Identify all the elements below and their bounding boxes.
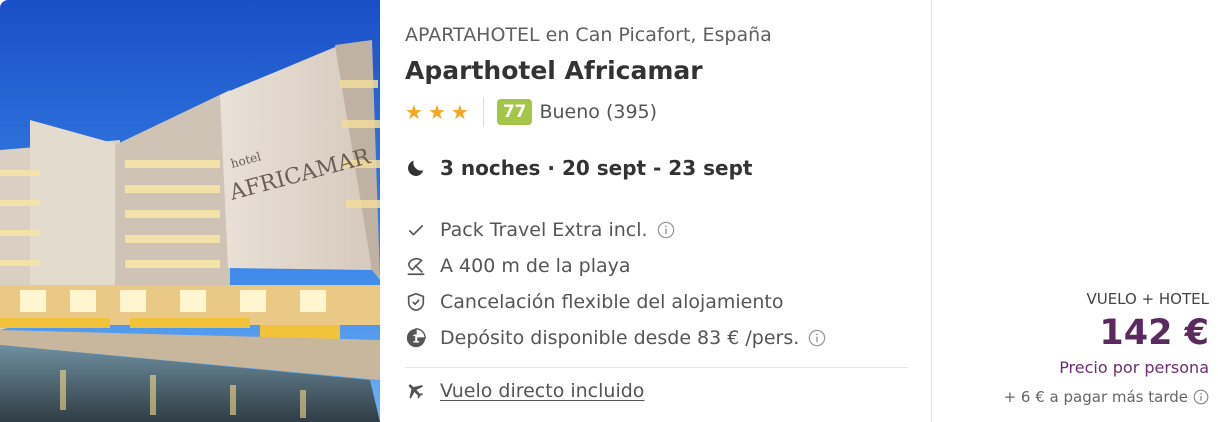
direct-flight-link[interactable]: Vuelo directo incluido (440, 380, 644, 402)
divider (405, 367, 908, 368)
review-score-badge: 77 (496, 99, 533, 125)
hotel-name[interactable]: Aparthotel Africamar (405, 56, 703, 85)
info-icon[interactable] (808, 329, 826, 347)
check-icon (405, 219, 427, 241)
feature-item: A 400 m de la playa (405, 248, 910, 284)
feature-label: Pack Travel Extra incl. (440, 219, 648, 241)
feature-item: 1 Depósito disponible desde 83 € /pers. (405, 320, 910, 356)
feature-label: Cancelación flexible del alojamiento (440, 291, 784, 313)
review-score-label[interactable]: Bueno (395) (539, 101, 657, 123)
star-icon: ★ (450, 100, 469, 124)
hotel-info: APARTAHOTEL en Can Picafort, España Apar… (405, 0, 910, 422)
hotel-photo[interactable]: hotel AFRICAMAR (0, 0, 380, 422)
flight-info: Vuelo directo incluido (405, 380, 644, 402)
hotel-type-location: APARTAHOTEL en Can Picafort, España (405, 24, 772, 46)
info-icon[interactable] (1193, 389, 1209, 405)
package-type-label: VUELO + HOTEL (1086, 290, 1209, 308)
svg-text:1: 1 (412, 333, 420, 346)
feature-label: Depósito disponible desde 83 € /pers. (440, 327, 800, 349)
star-icon: ★ (405, 100, 423, 124)
extra-fee-text: + 6 € a pagar más tarde (1003, 388, 1188, 406)
star-icon: ★ (427, 100, 446, 124)
airplane-icon (408, 384, 424, 399)
deposit-icon: 1 (405, 327, 427, 349)
feature-list: Pack Travel Extra incl. A 400 m de la pl… (405, 212, 910, 356)
rating-divider (482, 97, 484, 127)
stay-dates: 3 noches · 20 sept - 23 sept (405, 156, 752, 180)
info-icon[interactable] (657, 221, 675, 239)
rating-row: ★ ★ ★ 77 Bueno (395) (405, 96, 657, 128)
price-panel: VUELO + HOTEL 142 € Precio por persona +… (931, 0, 1218, 422)
hotel-offer-card[interactable]: hotel AFRICAMAR APARTAHOTEL en Can Picaf… (0, 0, 1218, 422)
price-per-person-label: Precio por persona (1059, 358, 1209, 377)
feature-label: A 400 m de la playa (440, 255, 631, 277)
extra-fee-row: + 6 € a pagar más tarde (1004, 388, 1209, 406)
feature-item: Cancelación flexible del alojamiento (405, 284, 910, 320)
feature-item: Pack Travel Extra incl. (405, 212, 910, 248)
stay-dates-text: 3 noches · 20 sept - 23 sept (440, 156, 753, 180)
price-value: 142 € (1099, 313, 1209, 353)
star-rating: ★ ★ ★ (405, 102, 469, 122)
beach-umbrella-icon (405, 255, 427, 277)
shield-check-icon (405, 291, 427, 313)
moon-icon (408, 160, 424, 176)
